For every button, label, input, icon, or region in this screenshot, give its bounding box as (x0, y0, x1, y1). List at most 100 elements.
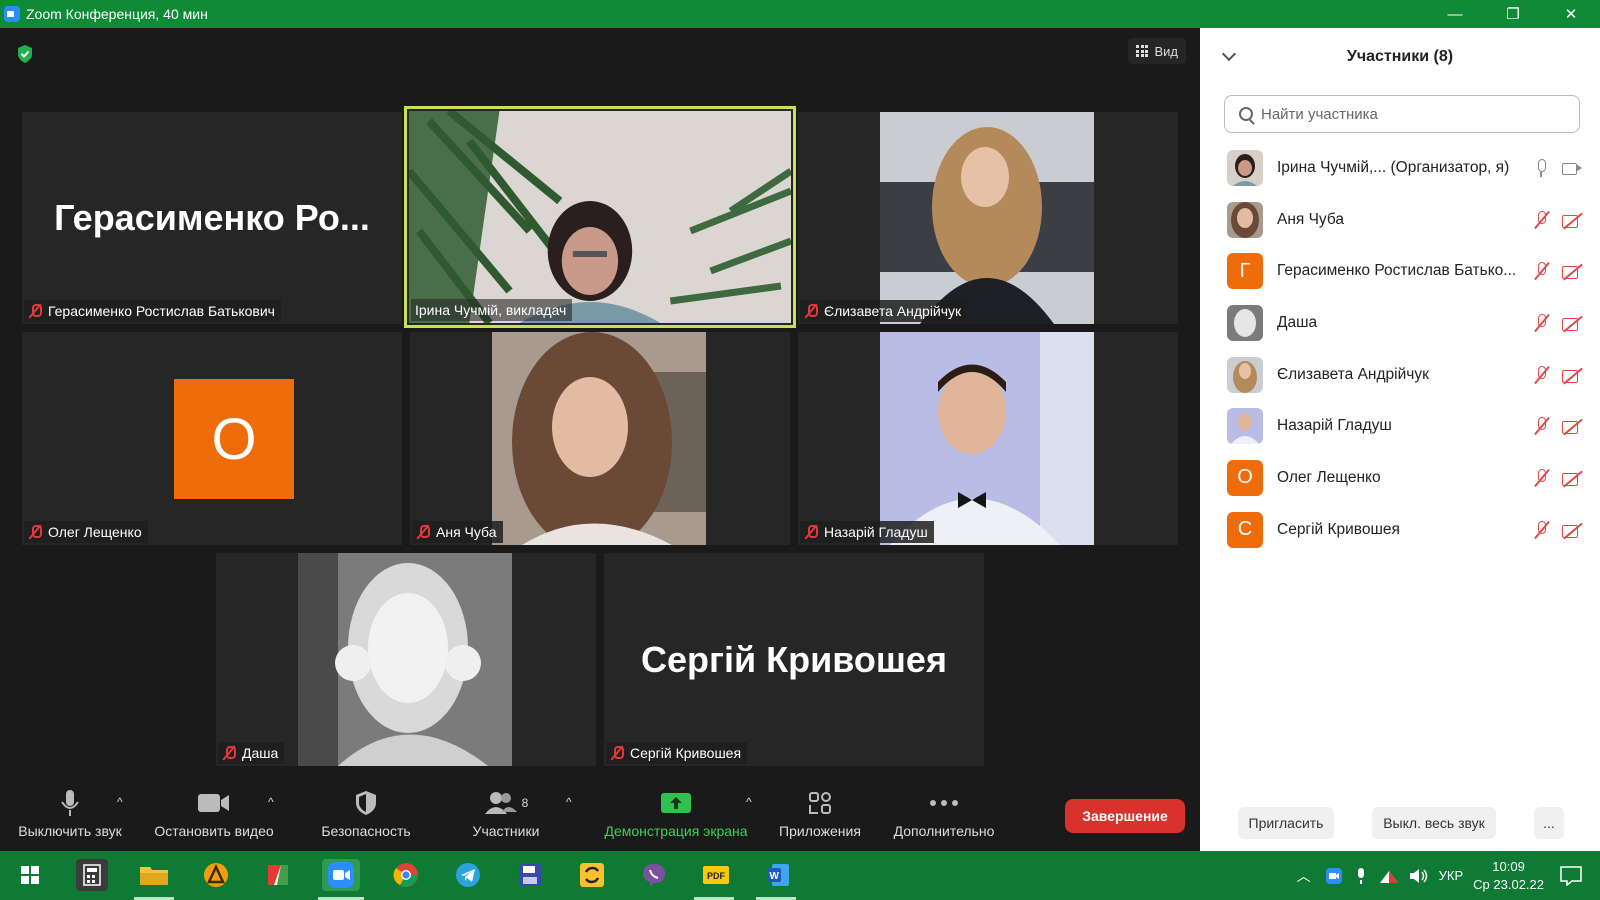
pdf-app-icon[interactable]: PDF (700, 859, 732, 891)
participant-search[interactable] (1224, 95, 1580, 133)
zoom-taskbar-icon[interactable] (322, 859, 360, 891)
encryption-shield-icon[interactable] (16, 44, 34, 64)
avast-icon[interactable] (200, 859, 232, 891)
camera-off-icon[interactable] (1562, 416, 1582, 436)
participant-nametag: Назарій Гладуш (800, 521, 934, 543)
participant-nametag: Олег Лещенко (24, 521, 148, 543)
mic-muted-icon[interactable] (1532, 210, 1552, 230)
audio-options-chevron-icon[interactable]: ^ (117, 795, 123, 809)
panel-more-button[interactable]: ... (1534, 807, 1564, 839)
chrome-icon[interactable] (390, 859, 422, 891)
participant-status-icons (1532, 142, 1582, 194)
participant-row[interactable]: Єлизавета Андрійчук (1200, 349, 1600, 401)
participant-avatar (1227, 356, 1263, 393)
mic-muted-icon[interactable] (1532, 261, 1552, 281)
windows-start-icon[interactable] (14, 859, 46, 891)
video-tile[interactable]: О Олег Лещенко (22, 332, 402, 545)
participant-row[interactable]: О Олег Лещенко (1200, 452, 1600, 504)
mute-label: Выключить звук (18, 823, 122, 839)
calculator-icon[interactable] (76, 859, 108, 891)
title-bar: Zoom Конференция, 40 мин — ❐ ✕ (0, 0, 1600, 28)
video-options-chevron-icon[interactable]: ^ (268, 795, 274, 809)
minimize-button[interactable]: — (1426, 0, 1484, 28)
video-tile[interactable]: Єлизавета Андрійчук (798, 112, 1178, 324)
camera-off-icon[interactable] (1562, 468, 1582, 488)
participants-icon: 8 (484, 785, 528, 821)
viber-icon[interactable] (638, 859, 670, 891)
volume-tray-icon[interactable] (1409, 868, 1429, 884)
microphone-icon[interactable] (1532, 158, 1552, 178)
clock[interactable]: 10:09 Ср 23.02.22 (1473, 858, 1544, 894)
invite-button[interactable]: Пригласить (1238, 807, 1334, 839)
share-label: Демонстрация экрана (604, 823, 748, 839)
participant-video (298, 553, 512, 766)
mic-muted-icon[interactable] (1532, 365, 1552, 385)
file-explorer-icon[interactable] (138, 859, 170, 891)
mic-muted-icon (804, 524, 818, 540)
mic-muted-icon[interactable] (1532, 468, 1552, 488)
search-input[interactable] (1261, 105, 1561, 123)
participant-row[interactable]: Назарій Гладуш (1200, 400, 1600, 452)
close-button[interactable]: ✕ (1542, 0, 1600, 28)
camera-icon[interactable] (1562, 158, 1582, 178)
participants-label: Участники (472, 823, 540, 839)
participant-row[interactable]: С Сергій Кривошея (1200, 504, 1600, 556)
clock-date: Ср 23.02.22 (1473, 876, 1544, 892)
mic-muted-icon[interactable] (1532, 520, 1552, 540)
mute-all-button[interactable]: Выкл. весь звук (1372, 807, 1496, 839)
tray-chevron-up-icon[interactable]: ︿ (1297, 866, 1311, 886)
mute-button[interactable]: Выключить звук (10, 785, 130, 851)
camera-off-icon[interactable] (1562, 313, 1582, 333)
security-button[interactable]: Безопасность (314, 785, 418, 851)
camera-off-icon[interactable] (1562, 261, 1582, 281)
participant-nametag: Ірина Чучмій, викладач (411, 299, 573, 321)
share-options-chevron-icon[interactable]: ^ (746, 795, 752, 809)
save-disk-icon[interactable] (514, 859, 546, 891)
apps-label: Приложения (779, 823, 861, 839)
microphone-tray-icon[interactable] (1355, 867, 1367, 885)
view-label: Вид (1154, 43, 1178, 59)
share-screen-button[interactable]: Демонстрация экрана (596, 785, 756, 851)
video-tile[interactable]: Аня Чуба (410, 332, 790, 545)
participant-avatar (1227, 408, 1263, 445)
video-tile[interactable]: Сергій Кривошея Сергій Кривошея (604, 553, 984, 766)
participants-button[interactable]: 8 Участники (460, 785, 552, 851)
word-icon[interactable]: W (762, 859, 794, 891)
participant-row[interactable]: Даша (1200, 297, 1600, 349)
participant-avatar: О (1227, 459, 1263, 496)
stop-video-button[interactable]: Остановить видео (146, 785, 282, 851)
participant-row[interactable]: Ірина Чучмій,... (Организатор, я) (1200, 142, 1600, 194)
more-button[interactable]: Дополнительно (884, 785, 1004, 851)
participant-row[interactable]: Аня Чуба (1200, 194, 1600, 246)
participant-name: Даша (1277, 313, 1318, 331)
view-button[interactable]: Вид (1128, 38, 1186, 64)
mic-muted-icon[interactable] (1532, 416, 1552, 436)
video-tile-active-speaker[interactable]: Ірина Чучмій, викладач (404, 106, 796, 328)
sync-app-icon[interactable] (576, 859, 608, 891)
video-tile[interactable]: Назарій Гладуш (798, 332, 1178, 545)
network-tray-icon[interactable] (1379, 868, 1399, 884)
camera-off-icon[interactable] (1562, 365, 1582, 385)
collapse-chevron-icon[interactable] (1221, 46, 1237, 62)
notifications-icon[interactable] (1560, 865, 1582, 886)
mic-muted-icon (416, 524, 430, 540)
participant-name: Герасименко Ростислав Батько... (1277, 262, 1517, 280)
zoom-tray-icon[interactable] (1325, 867, 1343, 885)
restore-button[interactable]: ❐ (1484, 0, 1542, 28)
telegram-icon[interactable] (452, 859, 484, 891)
participants-options-chevron-icon[interactable]: ^ (566, 795, 572, 809)
video-tile[interactable]: Даша (216, 553, 596, 766)
apps-button[interactable]: Приложения (772, 785, 868, 851)
red-app-icon[interactable] (262, 859, 294, 891)
language-indicator[interactable]: УКР (1439, 868, 1464, 883)
participants-panel: Участники (8) Ірина Чучмій,... (Организа… (1200, 28, 1600, 851)
participant-name: Ірина Чучмій,... (Организатор, я) (1277, 158, 1510, 176)
security-label: Безопасность (321, 823, 411, 839)
video-tile[interactable]: Герасименко Ро... Герасименко Ростислав … (22, 112, 402, 324)
camera-off-icon[interactable] (1562, 210, 1582, 230)
end-meeting-button[interactable]: Завершение (1065, 799, 1185, 833)
window-title: Zoom Конференция, 40 мин (26, 6, 208, 22)
mic-muted-icon[interactable] (1532, 313, 1552, 333)
participant-row[interactable]: Г Герасименко Ростислав Батько... (1200, 245, 1600, 297)
camera-off-icon[interactable] (1562, 520, 1582, 540)
